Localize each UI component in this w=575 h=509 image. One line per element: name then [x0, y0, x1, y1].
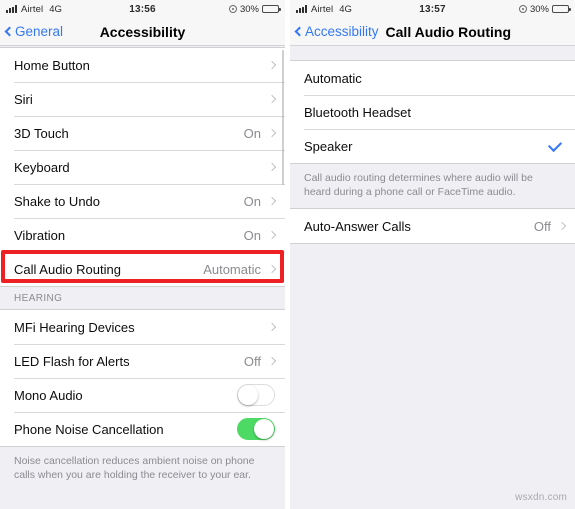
row-label: Mono Audio — [14, 387, 83, 403]
auto-answer-group: Auto-Answer Calls Off — [290, 208, 575, 244]
row-led-flash-for-alerts[interactable]: LED Flash for Alerts Off — [0, 344, 285, 378]
row-vibration[interactable]: Vibration On — [0, 218, 285, 252]
toggle-mono-audio[interactable] — [237, 384, 275, 406]
right-nav-bar: Accessibility Call Audio Routing — [290, 18, 575, 46]
right-scroll-content[interactable]: Automatic Bluetooth Headset Speaker Call… — [290, 46, 575, 509]
audio-routing-options-group: Automatic Bluetooth Headset Speaker — [290, 60, 575, 164]
row-label: Home Button — [14, 57, 90, 73]
row-value: Off — [533, 218, 551, 234]
battery-percent: 30% — [529, 3, 549, 15]
row-accessory — [237, 384, 275, 406]
hearing-group: MFi Hearing Devices LED Flash for Alerts… — [0, 309, 285, 447]
row-accessory — [261, 162, 277, 172]
row-accessory — [261, 60, 277, 70]
battery-icon — [262, 5, 281, 13]
row-label: LED Flash for Alerts — [14, 353, 130, 369]
row-phone-noise-cancellation[interactable]: Phone Noise Cancellation — [0, 412, 285, 446]
row-option-bluetooth-headset[interactable]: Bluetooth Headset — [290, 95, 575, 129]
checkmark-icon — [547, 137, 563, 152]
right-status-bar: Airtel 4G 13:57 30% — [290, 0, 575, 18]
dual-screenshot-canvas: Airtel 4G 13:56 30% General Accessibilit… — [0, 0, 575, 509]
watermark: wsxdn.com — [515, 492, 567, 503]
row-label: Siri — [14, 91, 33, 107]
row-3d-touch[interactable]: 3D Touch On — [0, 116, 285, 150]
chevron-right-icon — [267, 60, 277, 70]
status-bar-right: 30% — [518, 3, 571, 15]
row-value: Automatic — [203, 261, 261, 277]
battery-icon — [552, 5, 571, 13]
row-label: Call Audio Routing — [14, 261, 121, 277]
scroll-indicator[interactable] — [281, 50, 284, 185]
row-mfi-hearing-devices[interactable]: MFi Hearing Devices — [0, 310, 285, 344]
row-accessory: On — [243, 125, 277, 141]
section-header-hearing: HEARING — [0, 287, 285, 309]
row-keyboard[interactable]: Keyboard — [0, 150, 285, 184]
chevron-right-icon — [267, 94, 277, 104]
toggle-knob — [254, 419, 274, 439]
status-bar-right: 30% — [228, 3, 281, 15]
row-home-button[interactable]: Home Button — [0, 48, 285, 82]
row-label: Vibration — [14, 227, 66, 243]
row-value: On — [243, 125, 261, 141]
row-option-speaker[interactable]: Speaker — [290, 129, 575, 163]
row-accessory — [547, 137, 565, 152]
row-label: 3D Touch — [14, 125, 69, 141]
toggle-phone-noise-cancellation[interactable] — [237, 418, 275, 440]
row-accessory — [261, 94, 277, 104]
back-button-label: Accessibility — [305, 24, 379, 39]
chevron-right-icon — [267, 196, 277, 206]
back-button-accessibility[interactable]: Accessibility — [294, 24, 379, 39]
row-accessory: Automatic — [203, 261, 277, 277]
row-label: Automatic — [304, 70, 362, 86]
row-value: On — [243, 227, 261, 243]
chevron-right-icon — [267, 128, 277, 138]
page-title: Call Audio Routing — [385, 23, 511, 40]
chevron-right-icon — [267, 322, 277, 332]
top-spacer — [290, 46, 575, 60]
row-accessory: Off — [243, 353, 277, 369]
row-accessory: On — [243, 227, 277, 243]
accessibility-interaction-group: Home Button Siri 3D Touch On Keyboard Sh… — [0, 47, 285, 287]
row-label: Speaker — [304, 138, 353, 154]
back-button-general[interactable]: General — [4, 24, 64, 39]
row-auto-answer-calls[interactable]: Auto-Answer Calls Off — [290, 209, 575, 243]
chevron-right-icon — [267, 162, 277, 172]
footer-note-noise-cancellation: Noise cancellation reduces ambient noise… — [0, 447, 285, 482]
row-label: Auto-Answer Calls — [304, 218, 411, 234]
location-services-icon — [518, 5, 527, 13]
chevron-right-icon — [267, 356, 277, 366]
row-label: Phone Noise Cancellation — [14, 421, 164, 437]
chevron-right-icon — [267, 230, 277, 240]
row-value: Off — [243, 353, 261, 369]
chevron-left-icon — [294, 26, 305, 37]
row-accessory: On — [243, 193, 277, 209]
chevron-left-icon — [4, 26, 15, 37]
footer-note-call-audio-routing: Call audio routing determines where audi… — [290, 164, 575, 199]
toggle-knob — [238, 385, 258, 405]
row-siri[interactable]: Siri — [0, 82, 285, 116]
back-button-label: General — [15, 24, 64, 39]
location-services-icon — [228, 5, 237, 13]
chevron-right-icon — [267, 264, 277, 274]
row-label: Keyboard — [14, 159, 70, 175]
chevron-right-icon — [557, 221, 567, 231]
row-label: Shake to Undo — [14, 193, 101, 209]
row-accessory — [261, 322, 277, 332]
row-label: MFi Hearing Devices — [14, 319, 135, 335]
row-value: On — [243, 193, 261, 209]
row-mono-audio[interactable]: Mono Audio — [0, 378, 285, 412]
row-call-audio-routing[interactable]: Call Audio Routing Automatic — [0, 252, 285, 286]
left-scroll-content[interactable]: Home Button Siri 3D Touch On Keyboard Sh… — [0, 46, 285, 509]
row-option-automatic[interactable]: Automatic — [290, 61, 575, 95]
left-nav-bar: General Accessibility — [0, 18, 285, 46]
row-label: Bluetooth Headset — [304, 104, 411, 120]
battery-percent: 30% — [239, 3, 259, 15]
row-shake-to-undo[interactable]: Shake to Undo On — [0, 184, 285, 218]
row-accessory: Off — [533, 218, 567, 234]
mid-spacer — [290, 199, 575, 208]
left-status-bar: Airtel 4G 13:56 30% — [0, 0, 285, 18]
left-phone-screen: Airtel 4G 13:56 30% General Accessibilit… — [0, 0, 285, 509]
row-accessory — [237, 418, 275, 440]
right-phone-screen: Airtel 4G 13:57 30% Accessibility Call A… — [290, 0, 575, 509]
